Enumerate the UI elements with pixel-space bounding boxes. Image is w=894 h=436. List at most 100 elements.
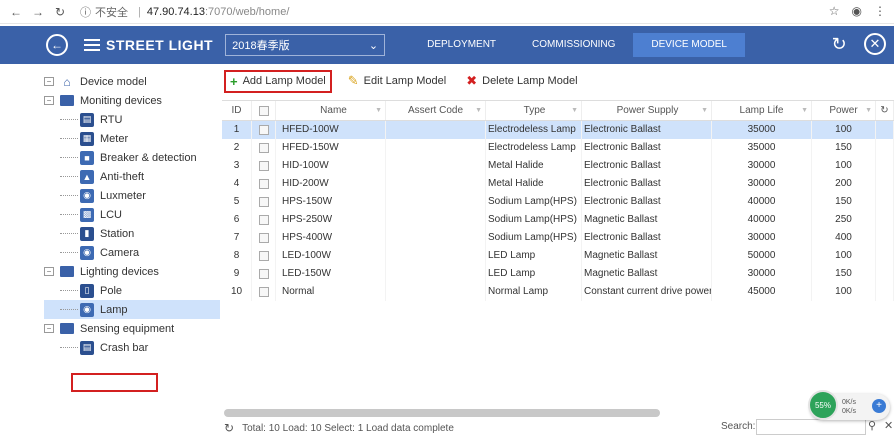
cell-asset-code <box>386 175 486 193</box>
delete-lamp-model-button[interactable]: ✖ Delete Lamp Model <box>462 71 581 91</box>
back-icon[interactable]: ← <box>46 34 68 56</box>
table-row[interactable]: 9 LED-150W LED Lamp Magnetic Ballast 30000 15… <box>222 265 894 283</box>
table-row[interactable]: 5 HPS-150W Sodium Lamp(HPS) Electronic Ball… <box>222 193 894 211</box>
tree-label: Camera <box>100 246 140 259</box>
table-row[interactable]: 10 Normal Normal Lamp Constant current driv… <box>222 283 894 301</box>
chevron-down-icon[interactable]: ▼ <box>801 101 808 121</box>
row-checkbox[interactable] <box>258 197 269 207</box>
collapse-icon[interactable]: − <box>44 267 54 276</box>
tree-item-meter[interactable]: ▦ Meter <box>44 129 220 148</box>
tab-device-model[interactable]: DEVICE MODEL <box>633 33 745 57</box>
tree-item-rtu[interactable]: ▤ RTU <box>44 110 220 129</box>
tab-commissioning[interactable]: COMMISSIONING <box>514 33 633 57</box>
tree-item-sensing-equipment[interactable]: − Sensing equipment <box>44 319 220 338</box>
cell-checkbox[interactable] <box>252 283 276 301</box>
tree-item-breaker[interactable]: ■ Breaker & detection <box>44 148 220 167</box>
col-select-all[interactable] <box>252 101 276 120</box>
cell-name: LED-150W <box>276 265 386 283</box>
table-row[interactable]: 2 HFED-150W Electrodeless Lamp Electronic B… <box>222 139 894 157</box>
col-asset-code[interactable]: Assert Code ▼ <box>386 101 486 120</box>
row-checkbox[interactable] <box>258 287 269 297</box>
cell-checkbox[interactable] <box>252 121 276 139</box>
row-checkbox[interactable] <box>258 143 269 153</box>
cell-checkbox[interactable] <box>252 229 276 247</box>
plus-icon[interactable]: + <box>872 399 886 413</box>
col-power[interactable]: Power ▼ <box>812 101 876 120</box>
cell-type: LED Lamp <box>486 247 582 265</box>
cell-checkbox[interactable] <box>252 193 276 211</box>
cell-asset-code <box>386 157 486 175</box>
cell-checkbox[interactable] <box>252 175 276 193</box>
row-checkbox[interactable] <box>258 269 269 279</box>
chevron-down-icon[interactable]: ▼ <box>475 101 482 121</box>
col-power-supply[interactable]: Power Supply ▼ <box>582 101 712 120</box>
refresh-icon[interactable]: ↻ <box>828 33 850 55</box>
horizontal-scrollbar[interactable] <box>224 409 660 417</box>
table-row[interactable]: 6 HPS-250W Sodium Lamp(HPS) Magnetic Ballas… <box>222 211 894 229</box>
forward-arrow-icon[interactable]: → <box>30 4 46 20</box>
chevron-down-icon[interactable]: ▼ <box>701 101 708 121</box>
chevron-down-icon[interactable]: ▼ <box>375 101 382 121</box>
select-all-checkbox[interactable] <box>258 105 269 116</box>
address-bar[interactable]: ⓘ 不安全 | 47.90.74.13 :7070/web/home/ <box>80 4 289 20</box>
table-row[interactable]: 4 HID-200W Metal Halide Electronic Ballast 3… <box>222 175 894 193</box>
row-checkbox[interactable] <box>258 233 269 243</box>
row-checkbox[interactable] <box>258 215 269 225</box>
collapse-icon[interactable]: − <box>44 324 54 333</box>
cell-checkbox[interactable] <box>252 265 276 283</box>
reload-icon[interactable]: ↻ <box>52 4 68 20</box>
account-icon[interactable]: ◉ <box>852 4 862 18</box>
col-lamp-life[interactable]: Lamp Life ▼ <box>712 101 812 120</box>
close-icon[interactable]: ✕ <box>864 33 886 55</box>
table-row[interactable]: 1 HFED-100W Electrodeless Lamp Electronic B… <box>222 121 894 139</box>
edit-lamp-model-button[interactable]: ✎ Edit Lamp Model <box>344 71 450 91</box>
col-name[interactable]: Name ▼ <box>276 101 386 120</box>
tree-item-station[interactable]: ▮ Station <box>44 224 220 243</box>
tree-item-lcu[interactable]: ▩ LCU <box>44 205 220 224</box>
row-checkbox[interactable] <box>258 161 269 171</box>
col-settings[interactable]: ↻ <box>876 101 894 120</box>
star-icon[interactable]: ☆ <box>829 4 840 18</box>
search-input[interactable] <box>756 419 866 435</box>
cell-checkbox[interactable] <box>252 139 276 157</box>
tree-item-crash-bar[interactable]: ▤ Crash bar <box>44 338 220 357</box>
add-lamp-model-button[interactable]: + Add Lamp Model <box>224 69 332 93</box>
tree-item-camera[interactable]: ◉ Camera <box>44 243 220 262</box>
row-checkbox[interactable] <box>258 179 269 189</box>
tree-item-device-model[interactable]: − ⌂ Device model <box>44 72 220 91</box>
row-checkbox[interactable] <box>258 125 269 135</box>
year-select[interactable]: 2018春季版 ⌄ <box>225 34 386 56</box>
col-id[interactable]: ID <box>222 101 252 120</box>
clear-icon[interactable]: ✕ <box>884 419 893 432</box>
tree-item-anti-theft[interactable]: ▲ Anti-theft <box>44 167 220 186</box>
cell-name: HFED-150W <box>276 139 386 157</box>
menu-dots-icon[interactable]: ⋮ <box>874 4 886 18</box>
refresh-icon[interactable]: ↻ <box>880 105 888 116</box>
tree-item-lighting-devices[interactable]: − Lighting devices <box>44 262 220 281</box>
cell-id: 8 <box>222 247 252 265</box>
tree-item-lamp[interactable]: ◉ Lamp <box>44 300 220 319</box>
table-row[interactable]: 3 HID-100W Metal Halide Electronic Ballast 3… <box>222 157 894 175</box>
row-checkbox[interactable] <box>258 251 269 261</box>
cell-checkbox[interactable] <box>252 247 276 265</box>
address-divider: | <box>138 5 141 18</box>
reload-icon[interactable]: ↻ <box>224 421 234 435</box>
tree-item-luxmeter[interactable]: ◉ Luxmeter <box>44 186 220 205</box>
collapse-icon[interactable]: − <box>44 77 54 86</box>
table-row[interactable]: 7 HPS-400W Sodium Lamp(HPS) Electronic Ball… <box>222 229 894 247</box>
cell-checkbox[interactable] <box>252 157 276 175</box>
cell-checkbox[interactable] <box>252 211 276 229</box>
tree-item-moniting-devices[interactable]: − Moniting devices <box>44 91 220 110</box>
col-type[interactable]: Type ▼ <box>486 101 582 120</box>
hamburger-icon[interactable] <box>84 39 100 51</box>
back-arrow-icon[interactable]: ← <box>8 4 24 20</box>
network-speed-widget[interactable]: 55% 0K/s 0K/s + <box>808 390 890 420</box>
tree-item-pole[interactable]: ▯ Pole <box>44 281 220 300</box>
tab-deployment[interactable]: DEPLOYMENT <box>409 33 514 57</box>
table-row[interactable]: 8 LED-100W LED Lamp Magnetic Ballast 50000 10… <box>222 247 894 265</box>
chevron-down-icon[interactable]: ▼ <box>571 101 578 121</box>
cell-power: 150 <box>812 265 876 283</box>
collapse-icon[interactable]: − <box>44 96 54 105</box>
search-icon[interactable]: ⚲ <box>868 419 876 432</box>
chevron-down-icon[interactable]: ▼ <box>865 101 872 121</box>
